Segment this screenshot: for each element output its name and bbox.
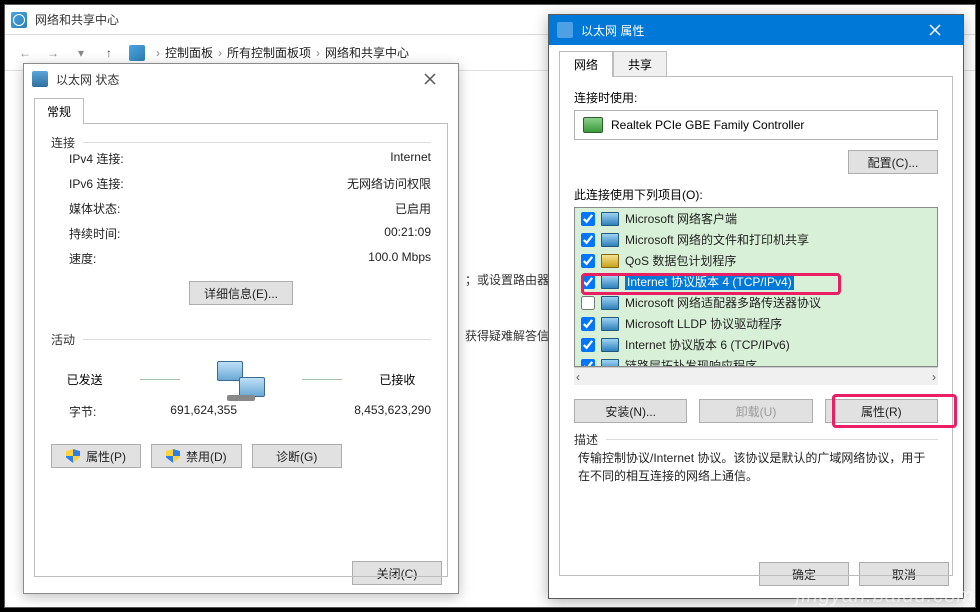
- ethernet-icon: [32, 71, 48, 87]
- item-label: 链路层拓扑发现响应程序: [625, 357, 757, 367]
- item-label: Internet 协议版本 4 (TCP/IPv4): [625, 273, 794, 290]
- item-checkbox[interactable]: [581, 212, 595, 226]
- properties-button[interactable]: 属性(P): [51, 444, 141, 468]
- item-checkbox[interactable]: [581, 317, 595, 331]
- protocol-icon: [601, 212, 619, 226]
- props-titlebar: 以太网 属性: [549, 15, 963, 45]
- network-icon: [11, 12, 27, 28]
- item-label: Microsoft 网络适配器多路传送器协议: [625, 294, 821, 311]
- list-item[interactable]: Microsoft 网络客户端: [575, 208, 937, 229]
- status-row: 媒体状态:已启用: [51, 196, 431, 221]
- adapter-name: Realtek PCIe GBE Family Controller: [611, 118, 804, 132]
- tab-general[interactable]: 常规: [34, 98, 84, 124]
- props-title: 以太网 属性: [581, 22, 644, 39]
- item-checkbox[interactable]: [581, 338, 595, 352]
- description-group: 描述 传输控制协议/Internet 协议。该协议是默认的广域网络协议，用于在不…: [574, 435, 938, 493]
- horizontal-scrollbar[interactable]: ‹›: [574, 367, 938, 385]
- install-button[interactable]: 安装(N)...: [574, 399, 687, 423]
- item-label: Microsoft LLDP 协议驱动程序: [625, 315, 782, 332]
- connect-using-label: 连接时使用:: [574, 89, 938, 106]
- status-row: 速度:100.0 Mbps: [51, 246, 431, 271]
- protocol-icon: [601, 233, 619, 247]
- list-item[interactable]: Microsoft LLDP 协议驱动程序: [575, 313, 937, 334]
- activity-group: 活动 已发送 已接收 字节: 691,624,355 8,453,623,290: [51, 335, 431, 426]
- list-item[interactable]: QoS 数据包计划程序: [575, 250, 937, 271]
- item-checkbox[interactable]: [581, 233, 595, 247]
- protocol-icon: [601, 317, 619, 331]
- status-close-button[interactable]: [410, 68, 450, 90]
- protocol-icon: [601, 359, 619, 368]
- bytes-recv: 8,453,623,290: [311, 403, 431, 420]
- tab-network[interactable]: 网络: [559, 51, 613, 77]
- status-row: 持续时间:00:21:09: [51, 221, 431, 246]
- bytes-label: 字节:: [69, 403, 96, 420]
- desc-text: 传输控制协议/Internet 协议。该协议是默认的广域网络协议，用于在不同的相…: [574, 443, 938, 493]
- ethernet-icon: [557, 22, 573, 38]
- connection-group: 连接 IPv4 连接:InternetIPv6 连接:无网络访问权限媒体状态:已…: [51, 138, 431, 305]
- ethernet-properties-dialog: 以太网 属性 网络 共享 连接时使用: Realtek PCIe GBE Fam…: [548, 14, 964, 599]
- breadcrumb-item[interactable]: 控制面板: [165, 44, 213, 61]
- props-close-button[interactable]: [915, 19, 955, 41]
- uninstall-button: 卸载(U): [699, 399, 812, 423]
- protocol-icon: [601, 275, 619, 289]
- item-properties-button[interactable]: 属性(R): [825, 399, 938, 423]
- items-label: 此连接使用下列项目(O):: [574, 186, 938, 203]
- item-checkbox[interactable]: [581, 359, 595, 368]
- list-item[interactable]: Internet 协议版本 4 (TCP/IPv4): [575, 271, 937, 292]
- sent-label: 已发送: [67, 371, 103, 388]
- breadcrumb-icon: [129, 45, 145, 61]
- protocol-icon: [601, 296, 619, 310]
- nav-fwd-icon[interactable]: →: [41, 41, 65, 65]
- status-title: 以太网 状态: [56, 71, 119, 88]
- item-checkbox[interactable]: [581, 275, 595, 289]
- status-titlebar: 以太网 状态: [24, 64, 458, 94]
- status-row: IPv6 连接:无网络访问权限: [51, 171, 431, 196]
- breadcrumb-item[interactable]: 所有控制面板项: [227, 44, 311, 61]
- adapter-box: Realtek PCIe GBE Family Controller: [574, 110, 938, 140]
- diagnose-button[interactable]: 诊断(G): [252, 444, 342, 468]
- list-item[interactable]: Microsoft 网络适配器多路传送器协议: [575, 292, 937, 313]
- nav-dropdown-icon[interactable]: ▾: [69, 41, 93, 65]
- item-label: Microsoft 网络的文件和打印机共享: [625, 231, 809, 248]
- list-item[interactable]: Microsoft 网络的文件和打印机共享: [575, 229, 937, 250]
- item-checkbox[interactable]: [581, 254, 595, 268]
- watermark: jingyan.baidu.com: [796, 585, 974, 608]
- breadcrumb-item[interactable]: 网络和共享中心: [325, 44, 409, 61]
- status-tab-panel: 连接 IPv4 连接:InternetIPv6 连接:无网络访问权限媒体状态:已…: [34, 123, 448, 577]
- ethernet-status-dialog: 以太网 状态 常规 连接 IPv4 连接:InternetIPv6 连接:无网络…: [23, 63, 459, 594]
- activity-icon: [217, 361, 265, 397]
- protocol-icon: [601, 254, 619, 268]
- activity-legend: 活动: [51, 331, 81, 348]
- configure-button[interactable]: 配置(C)...: [848, 150, 938, 174]
- details-button[interactable]: 详细信息(E)...: [189, 281, 293, 305]
- disable-button[interactable]: 禁用(D): [151, 444, 242, 468]
- protocol-list[interactable]: Microsoft 网络客户端 Microsoft 网络的文件和打印机共享 Qo…: [574, 207, 938, 367]
- adapter-icon: [583, 117, 603, 133]
- nav-back-icon[interactable]: ←: [13, 41, 37, 65]
- item-label: Microsoft 网络客户端: [625, 210, 737, 227]
- protocol-icon: [601, 338, 619, 352]
- nav-up-icon[interactable]: ↑: [97, 41, 121, 65]
- bytes-sent: 691,624,355: [96, 403, 311, 420]
- status-row: IPv4 连接:Internet: [51, 146, 431, 171]
- main-title: 网络和共享中心: [35, 11, 119, 28]
- list-item[interactable]: Internet 协议版本 6 (TCP/IPv6): [575, 334, 937, 355]
- item-checkbox[interactable]: [581, 296, 595, 310]
- connection-legend: 连接: [51, 134, 81, 151]
- props-panel: 连接时使用: Realtek PCIe GBE Family Controlle…: [559, 76, 953, 576]
- desc-legend: 描述: [574, 431, 604, 448]
- shield-icon: [166, 449, 180, 463]
- breadcrumb[interactable]: › 控制面板 › 所有控制面板项 › 网络和共享中心: [153, 44, 409, 61]
- list-item[interactable]: 链路层拓扑发现响应程序: [575, 355, 937, 367]
- shield-icon: [66, 449, 80, 463]
- recv-label: 已接收: [379, 371, 415, 388]
- tab-sharing[interactable]: 共享: [613, 51, 667, 77]
- item-label: QoS 数据包计划程序: [625, 252, 736, 269]
- item-label: Internet 协议版本 6 (TCP/IPv6): [625, 336, 790, 353]
